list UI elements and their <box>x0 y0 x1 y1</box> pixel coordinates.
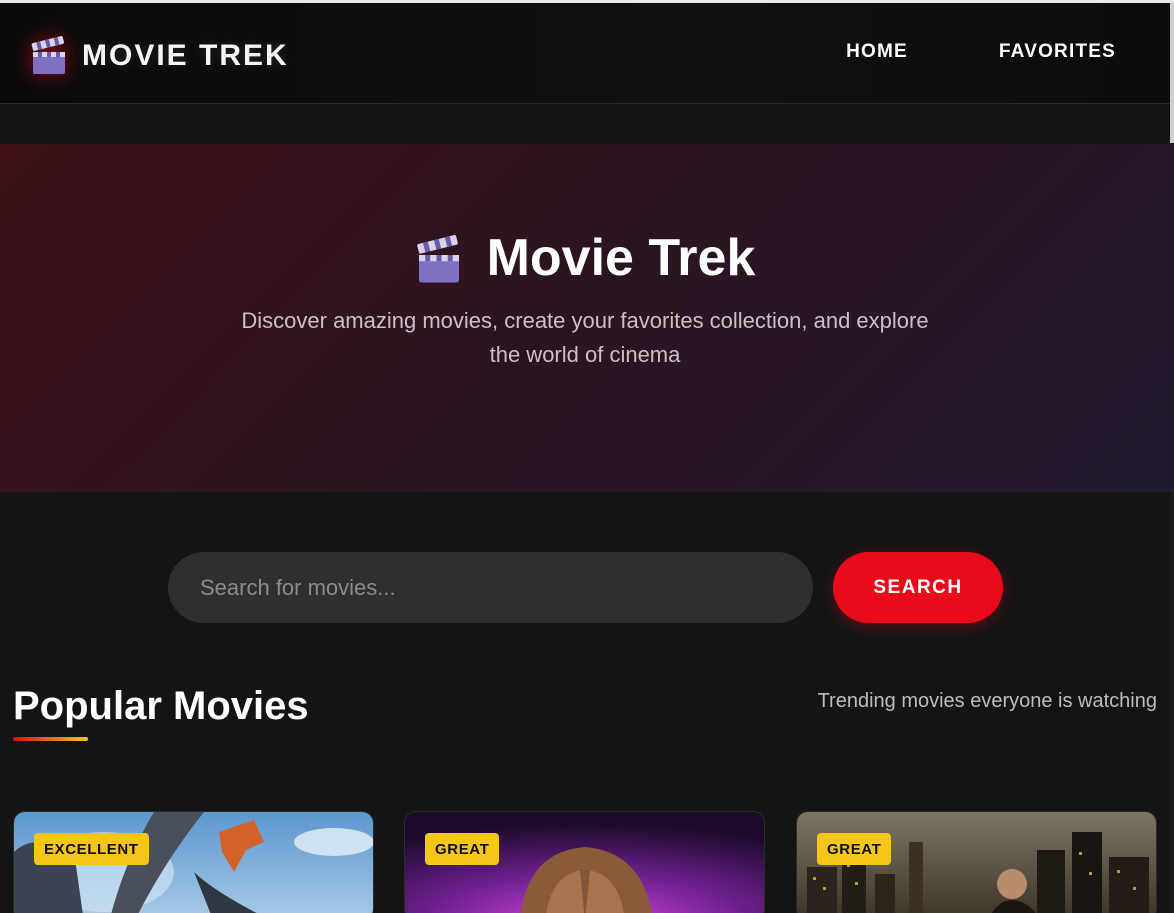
scrollbar-thumb[interactable] <box>1170 3 1174 143</box>
section-title: Popular Movies <box>13 684 309 728</box>
rating-badge: GREAT <box>425 833 500 865</box>
hero-title: Movie Trek <box>486 229 756 287</box>
movie-card[interactable]: GREAT <box>796 811 1157 913</box>
rating-badge: GREAT <box>817 833 892 865</box>
hero-title-row: Movie Trek <box>0 228 1170 288</box>
nav-favorites-link[interactable]: FAVORITES <box>999 41 1116 63</box>
search-input[interactable] <box>168 552 813 623</box>
navbar: MOVIE TREK HOME FAVORITES <box>0 3 1170 104</box>
hero-subtitle: Discover amazing movies, create your fav… <box>241 308 929 367</box>
hero-banner: Movie Trek Discover amazing movies, crea… <box>0 144 1174 492</box>
brand-logo[interactable]: MOVIE TREK <box>30 33 289 79</box>
clapperboard-icon <box>415 235 463 285</box>
section-subtitle: Trending movies everyone is watching <box>817 690 1157 712</box>
brand-name: MOVIE TREK <box>82 39 289 72</box>
section-title-underline <box>13 737 88 741</box>
search-button[interactable]: SEARCH <box>833 552 1003 623</box>
nav-links: HOME FAVORITES <box>846 41 1116 63</box>
movie-card[interactable]: EXCELLENT <box>13 811 374 913</box>
rating-badge: EXCELLENT <box>34 833 149 865</box>
movie-card[interactable]: GREAT <box>404 811 765 913</box>
nav-home-link[interactable]: HOME <box>846 41 908 63</box>
clapperboard-icon <box>30 36 68 76</box>
